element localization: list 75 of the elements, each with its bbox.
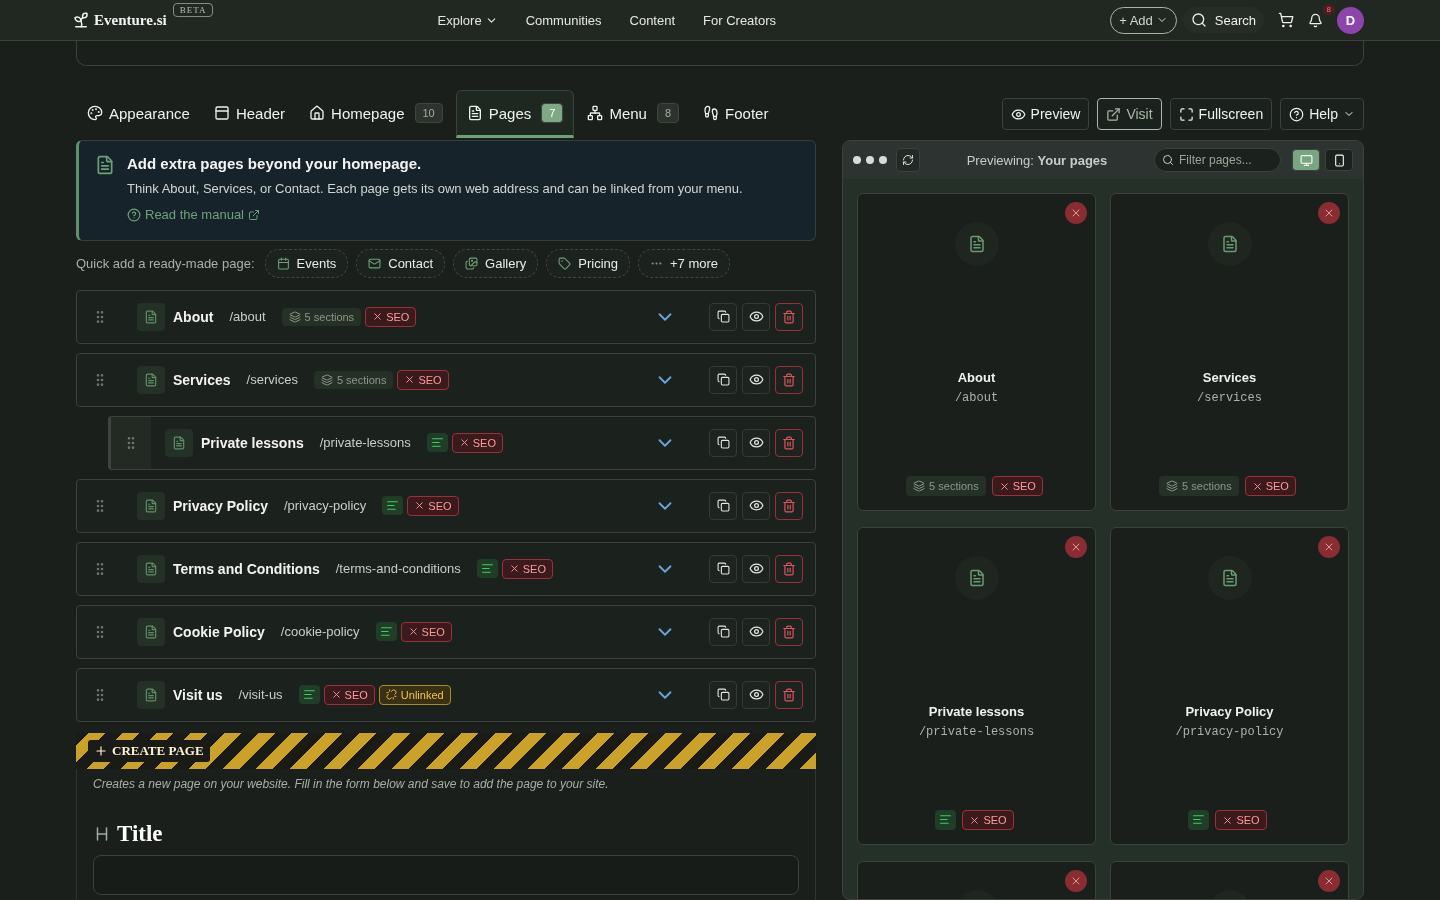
toolbar-button[interactable]: Visit bbox=[1097, 98, 1162, 130]
seo-badge: SEO bbox=[501, 558, 553, 579]
page-title: Private lessons bbox=[201, 434, 304, 451]
notification-badge: 8 bbox=[1322, 3, 1335, 15]
tab[interactable]: Footer bbox=[692, 90, 780, 138]
tab[interactable]: Homepage 10 bbox=[298, 90, 454, 138]
page-path: /private-lessons bbox=[319, 435, 411, 450]
quick-add-chip[interactable]: +7 more bbox=[638, 248, 731, 278]
page-card[interactable]: Privacy Policy /privacy-policy SEO bbox=[1110, 527, 1349, 845]
info-title: Add extra pages beyond your homepage. bbox=[127, 155, 423, 172]
page-card[interactable]: Services /services 5 sections SEO bbox=[1110, 193, 1349, 511]
tab[interactable]: Header bbox=[202, 90, 297, 138]
seo-badge: SEO bbox=[400, 621, 452, 642]
card-title: Services bbox=[1202, 370, 1257, 385]
seo-badge: SEO bbox=[407, 495, 459, 516]
seo-badge: SEO bbox=[991, 476, 1043, 496]
sections-badge: 5 sections bbox=[1159, 476, 1239, 496]
page-path: /about bbox=[229, 309, 266, 324]
quick-add-chip[interactable]: Gallery bbox=[453, 248, 539, 278]
toolbar-button[interactable]: Preview bbox=[1001, 98, 1090, 130]
info-text: Think About, Services, or Contact. Each page gets its own web address and can be linked from your menu. bbox=[127, 180, 743, 198]
nav-link[interactable]: Explore bbox=[437, 12, 498, 28]
sections-badge: 5 sections bbox=[281, 307, 362, 326]
filter-field[interactable]: Filter pages... bbox=[1154, 148, 1281, 172]
sections-badge: 5 sections bbox=[313, 370, 394, 389]
page-title: Privacy Policy bbox=[173, 497, 268, 514]
seo-badge: SEO bbox=[365, 306, 417, 327]
seo-badge: SEO bbox=[962, 810, 1014, 830]
quick-add-label: Quick add a ready-made page: bbox=[76, 255, 255, 271]
page-title: About bbox=[173, 308, 214, 325]
page-card[interactable]: About /about 5 sections SEO bbox=[857, 193, 1096, 511]
card-title: Private lessons bbox=[928, 704, 1025, 719]
user-avatar[interactable]: D bbox=[1337, 6, 1364, 34]
page-title: Services bbox=[173, 371, 231, 388]
page-path: /cookie-policy bbox=[280, 624, 360, 639]
tab[interactable]: Appearance bbox=[76, 90, 201, 138]
seo-badge: SEO bbox=[1215, 810, 1267, 830]
manual-link[interactable]: Read the manual bbox=[127, 207, 260, 222]
page-title: Cookie Policy bbox=[173, 623, 265, 640]
quick-add-chip[interactable]: Pricing bbox=[546, 248, 630, 278]
card-title: About bbox=[957, 370, 996, 385]
page-path: /terms-and-conditions bbox=[335, 561, 461, 576]
card-title: Privacy Policy bbox=[1185, 704, 1274, 719]
sections-badge: 5 sections bbox=[906, 476, 986, 496]
page-title: Terms and Conditions bbox=[173, 560, 320, 577]
card-path: /private-lessons bbox=[918, 725, 1035, 739]
tab[interactable]: Pages 7 bbox=[455, 90, 575, 138]
page-path: /services bbox=[246, 372, 298, 387]
seo-badge: SEO bbox=[323, 684, 375, 705]
nav-link[interactable]: Content bbox=[629, 12, 676, 28]
page-title: Visit us bbox=[173, 686, 223, 703]
create-page-button[interactable]: CREATE PAGE bbox=[88, 739, 210, 762]
card-path: /about bbox=[954, 391, 999, 405]
logo[interactable]: Eventure.si bbox=[72, 11, 167, 29]
quick-add-chip[interactable]: Events bbox=[264, 248, 349, 278]
page-path: /visit-us bbox=[238, 687, 283, 702]
seo-badge: SEO bbox=[451, 432, 503, 453]
seo-badge: SEO bbox=[1244, 476, 1296, 496]
tab[interactable]: Menu 8 bbox=[576, 90, 691, 138]
unlinked-badge: Unlinked bbox=[378, 684, 451, 705]
beta-badge: BETA bbox=[172, 3, 214, 17]
page-path: /privacy-policy bbox=[283, 498, 367, 513]
page-card[interactable]: Private lessons /private-lessons SEO bbox=[857, 527, 1096, 845]
nav-link[interactable]: For Creators bbox=[703, 12, 777, 28]
seo-badge: SEO bbox=[397, 369, 449, 390]
toolbar-button[interactable]: Fullscreen bbox=[1169, 98, 1273, 130]
toolbar-button[interactable]: Help bbox=[1280, 98, 1364, 130]
create-hint: Creates a new page on your website. Fill in the form below and save to add the page to your site. bbox=[93, 776, 610, 791]
card-path: /privacy-policy bbox=[1175, 725, 1284, 739]
preview-title: Previewing: Your pages bbox=[965, 152, 1109, 168]
field-label: Title bbox=[117, 820, 163, 847]
quick-add-chip[interactable]: Contact bbox=[356, 248, 446, 278]
nav-link[interactable]: Communities bbox=[525, 12, 602, 28]
search-button[interactable]: Search bbox=[1182, 7, 1264, 33]
card-path: /services bbox=[1197, 391, 1262, 405]
